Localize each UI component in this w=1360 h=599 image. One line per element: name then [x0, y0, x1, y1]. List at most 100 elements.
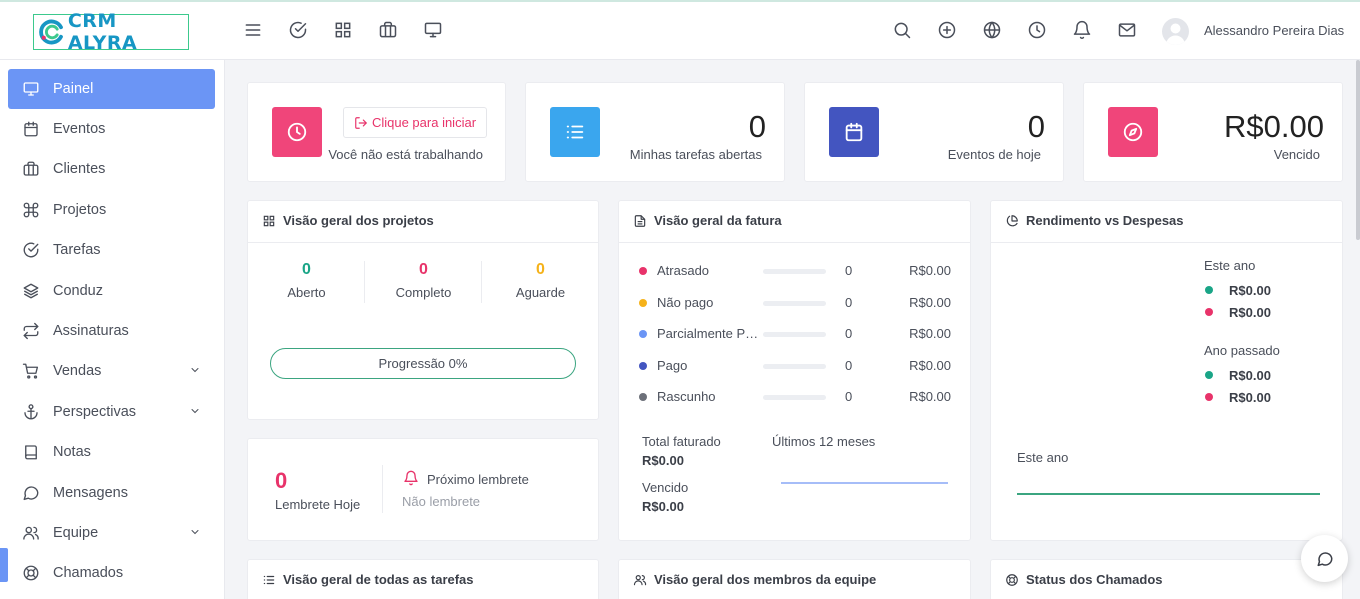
today-events-label: Eventos de hoje	[947, 147, 1041, 162]
sidebar-item-mensagens[interactable]: Mensagens	[8, 473, 215, 513]
income-dot	[1205, 286, 1213, 294]
projects-overview-card: Visão geral dos projetos 0 Aberto 0 Comp…	[247, 200, 599, 420]
expense-dot	[1205, 393, 1213, 401]
check-circle-icon[interactable]	[288, 20, 308, 40]
sidebar-item-label: Conduz	[53, 283, 103, 299]
sidebar-item-assinaturas[interactable]: Assinaturas	[8, 311, 215, 351]
top-bar: CRM ALYRA Alessandro Pereira Dias	[0, 0, 1360, 60]
sidebar-item-vendas[interactable]: Vendas	[8, 351, 215, 391]
monitor-icon[interactable]	[423, 20, 443, 40]
sidebar-item-label: Perspectivas	[53, 404, 137, 420]
sidebar-item-conduz[interactable]: Conduz	[8, 271, 215, 311]
sidebar-item-clientes[interactable]: Clientes	[8, 149, 215, 189]
sidebar-item-equipe[interactable]: Equipe	[8, 513, 215, 553]
lifebuoy-icon	[1006, 573, 1018, 586]
all-tasks-overview-card: Visão geral de todas as tarefas	[247, 559, 599, 599]
invoice-bar	[763, 269, 826, 274]
avatar[interactable]	[1162, 18, 1189, 45]
total-invoiced-label: Total faturado	[642, 434, 721, 449]
monitor-icon	[23, 82, 39, 96]
status-dot	[639, 362, 647, 370]
project-completed-label: Completo	[395, 285, 452, 300]
chevron-down-icon[interactable]	[189, 526, 201, 538]
sidebar-item-eventos[interactable]: Eventos	[8, 109, 215, 149]
today-events-card[interactable]: 0 Eventos de hoje	[804, 82, 1064, 182]
reminders-today-label: Lembrete Hoje	[275, 497, 361, 512]
calendar-icon	[24, 121, 38, 137]
status-dot	[639, 267, 647, 275]
sidebar-item-label: Notas	[53, 444, 91, 460]
brand-logo[interactable]: CRM ALYRA	[33, 10, 189, 54]
clock-in-label: Clique para iniciar	[371, 115, 477, 130]
sidebar-item-label: Painel	[53, 81, 94, 97]
project-waiting-label: Aguarde	[515, 285, 566, 300]
invoice-row-unpaid[interactable]: Não pago 0 R$0.00	[639, 293, 951, 313]
sidebar-item-tarefas[interactable]: Tarefas	[8, 230, 215, 270]
sidebar-item-notas[interactable]: Notas	[8, 432, 215, 472]
chevron-down-icon[interactable]	[189, 364, 201, 376]
menu-icon[interactable]	[243, 20, 263, 40]
lifebuoy-icon	[23, 565, 39, 581]
this-year-label: Este ano	[1204, 258, 1256, 273]
this-year-income: R$0.00	[1229, 283, 1271, 298]
invoice-row-draft[interactable]: Rascunho 0 R$0.00	[639, 387, 951, 407]
card-title: Rendimento vs Despesas	[1005, 213, 1184, 228]
invoice-overdue-value: R$0.00	[642, 499, 684, 514]
briefcase-icon[interactable]	[378, 20, 398, 40]
user-name[interactable]: Alessandro Pereira Dias	[1204, 23, 1344, 38]
open-tasks-card[interactable]: 0 Minhas tarefas abertas	[525, 82, 785, 182]
sidebar-item-label: Assinaturas	[53, 323, 129, 339]
events-stat-icon-box	[829, 107, 879, 157]
sidebar-item-label: Chamados	[53, 565, 124, 581]
invoice-overdue-label: Vencido	[642, 480, 689, 495]
bell-icon	[404, 470, 418, 486]
sidebar-item-label: Vendas	[53, 363, 102, 379]
status-dot	[639, 330, 647, 338]
invoice-row-partial[interactable]: Parcialmente Pago 0 R$0.00	[639, 324, 951, 344]
no-reminder-text: Não lembrete	[402, 494, 481, 509]
mail-icon[interactable]	[1117, 20, 1137, 40]
list-icon	[263, 575, 275, 584]
cart-icon	[22, 363, 39, 379]
total-invoiced-value: R$0.00	[642, 453, 684, 468]
globe-icon[interactable]	[982, 20, 1002, 40]
chat-icon	[1317, 551, 1332, 566]
sidebar-item-label: Tarefas	[53, 242, 101, 258]
today-events-count: 0	[1027, 109, 1045, 144]
clock-icon[interactable]	[1027, 20, 1047, 40]
sidebar-item-perspectivas[interactable]: Perspectivas	[8, 392, 215, 432]
list-icon	[566, 125, 584, 139]
invoice-row-paid[interactable]: Pago 0 R$0.00	[639, 356, 951, 376]
search-icon[interactable]	[892, 20, 912, 40]
bell-icon[interactable]	[1072, 20, 1092, 40]
work-status-text: Você não está trabalhando	[328, 147, 483, 162]
invoice-row-overdue[interactable]: Atrasado 0 R$0.00	[639, 261, 951, 281]
book-icon	[25, 445, 37, 460]
invoice-bar	[763, 364, 826, 369]
overdue-card[interactable]: R$0.00 Vencido	[1083, 82, 1343, 182]
income-dot	[1205, 371, 1213, 379]
overdue-amount: R$0.00	[1224, 109, 1324, 144]
last-year-income: R$0.00	[1229, 368, 1271, 383]
plus-circle-icon[interactable]	[937, 20, 957, 40]
chevron-down-icon[interactable]	[189, 405, 201, 417]
sidebar-item-painel[interactable]: Painel	[8, 69, 215, 109]
message-icon	[23, 486, 39, 501]
scrollbar[interactable]	[1356, 60, 1360, 240]
invoice-bar	[763, 301, 826, 306]
project-stat-completed[interactable]: 0 Completo	[365, 261, 482, 300]
status-dot	[639, 393, 647, 401]
project-stat-open[interactable]: 0 Aberto	[248, 261, 365, 300]
clock-in-button[interactable]: Clique para iniciar	[343, 107, 487, 138]
sidebar-item-chamados[interactable]: Chamados	[8, 553, 215, 593]
side-panel-toggle[interactable]	[0, 548, 8, 582]
log-in-icon	[355, 116, 367, 129]
sidebar-item-label: Clientes	[53, 161, 106, 177]
sidebar-item-projetos[interactable]: Projetos	[8, 190, 215, 230]
grid-icon[interactable]	[333, 20, 353, 40]
check-circle-icon	[23, 242, 39, 258]
chat-button[interactable]	[1301, 535, 1348, 582]
project-stat-waiting[interactable]: 0 Aguarde	[482, 261, 599, 300]
sidebar: Painel Eventos Clientes Projetos Tarefas…	[0, 60, 225, 599]
chart-label: Este ano	[1017, 450, 1069, 465]
